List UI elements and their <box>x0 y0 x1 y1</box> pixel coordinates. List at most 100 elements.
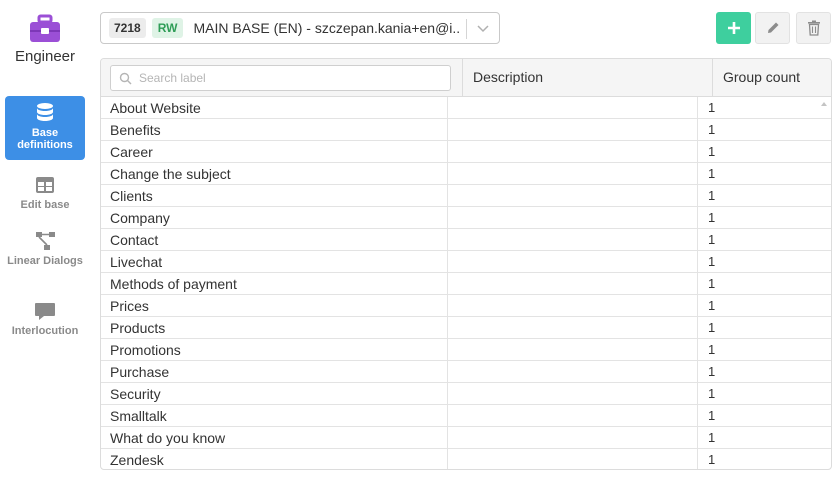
cell-divider <box>447 185 448 207</box>
row-label: Promotions <box>110 342 181 358</box>
sidebar-item-label: Linear Dialogs <box>7 255 83 267</box>
row-group-count: 1 <box>708 320 716 335</box>
table-body: About Website 1 Benefits 1 Career 1 Change the… <box>101 97 831 469</box>
row-group-count: 1 <box>708 188 716 203</box>
plus-icon <box>727 22 740 34</box>
sidebar-item-label: Interlocution <box>11 325 79 337</box>
table-row[interactable]: Benefits 1 <box>101 119 831 141</box>
cell-divider <box>447 405 448 427</box>
table-row[interactable]: Prices 1 <box>101 295 831 317</box>
row-label: Contact <box>110 232 159 248</box>
flow-icon <box>36 232 55 250</box>
cell-divider <box>697 163 698 185</box>
edit-button[interactable] <box>755 12 790 44</box>
header-divider <box>462 59 463 97</box>
database-icon <box>37 103 53 121</box>
row-label: Livechat <box>110 254 163 270</box>
cell-divider <box>447 141 448 163</box>
cell-divider <box>447 97 448 119</box>
table-header: Description Group count <box>101 59 831 97</box>
cell-divider <box>447 229 448 251</box>
row-group-count: 1 <box>708 298 716 313</box>
row-group-count: 1 <box>708 276 716 291</box>
table-row[interactable]: Purchase 1 <box>101 361 831 383</box>
table-row[interactable]: Contact 1 <box>101 229 831 251</box>
row-group-count: 1 <box>708 210 716 225</box>
table-row[interactable]: About Website 1 <box>101 97 831 119</box>
cell-divider <box>697 119 698 141</box>
row-group-count: 1 <box>708 408 716 423</box>
row-label: Security <box>110 386 161 402</box>
select-divider <box>466 19 467 39</box>
table-row[interactable]: Promotions 1 <box>101 339 831 361</box>
table-row[interactable]: Security 1 <box>101 383 831 405</box>
chat-icon <box>35 303 55 320</box>
table-row[interactable]: Smalltalk 1 <box>101 405 831 427</box>
row-group-count: 1 <box>708 364 716 379</box>
row-label: Change the subject <box>110 166 231 182</box>
cell-divider <box>447 119 448 141</box>
cell-divider <box>447 251 448 273</box>
row-group-count: 1 <box>708 166 716 181</box>
table-row[interactable]: Products 1 <box>101 317 831 339</box>
cell-divider <box>697 405 698 427</box>
sidebar-item-edit-base[interactable]: Edit base <box>5 170 85 214</box>
brand: Engineer <box>0 14 90 65</box>
table-row[interactable]: What do you know 1 <box>101 427 831 449</box>
column-header-group-count[interactable]: Group count <box>723 69 800 85</box>
sidebar-item-label: Base definitions <box>17 127 73 151</box>
chevron-down-icon[interactable] <box>475 20 491 36</box>
table-row[interactable]: Clients 1 <box>101 185 831 207</box>
row-label: Zendesk <box>110 452 164 468</box>
table-row[interactable]: Company 1 <box>101 207 831 229</box>
base-id-badge: 7218 <box>109 18 146 38</box>
row-label: Smalltalk <box>110 408 167 424</box>
cell-divider <box>697 185 698 207</box>
row-group-count: 1 <box>708 100 716 115</box>
sidebar-item-linear-dialogs[interactable]: Linear Dialogs <box>5 228 85 284</box>
row-label: What do you know <box>110 430 226 446</box>
cell-divider <box>447 273 448 295</box>
cell-divider <box>697 295 698 317</box>
cell-divider <box>447 317 448 339</box>
row-group-count: 1 <box>708 144 716 159</box>
row-group-count: 1 <box>708 452 716 467</box>
search-icon <box>119 72 132 85</box>
table-row[interactable]: Career 1 <box>101 141 831 163</box>
base-selector[interactable]: 7218 RW MAIN BASE (EN) - szczepan.kania+… <box>100 12 500 44</box>
base-name: MAIN BASE (EN) - szczepan.kania+en@i... <box>193 20 462 36</box>
cell-divider <box>447 207 448 229</box>
row-label: Company <box>110 210 170 226</box>
cell-divider <box>697 427 698 449</box>
cell-divider <box>447 163 448 185</box>
cell-divider <box>447 339 448 361</box>
row-label: Prices <box>110 298 149 314</box>
delete-button[interactable] <box>796 12 831 44</box>
cell-divider <box>447 449 448 469</box>
sidebar-item-label: Edit base <box>20 199 70 211</box>
table-row[interactable]: Methods of payment 1 <box>101 273 831 295</box>
cell-divider <box>447 427 448 449</box>
search-input[interactable] <box>139 69 439 87</box>
table-row[interactable]: Livechat 1 <box>101 251 831 273</box>
cell-divider <box>697 449 698 469</box>
row-label: Purchase <box>110 364 170 380</box>
cell-divider <box>697 339 698 361</box>
cell-divider <box>697 229 698 251</box>
table-row[interactable]: Change the subject 1 <box>101 163 831 185</box>
column-header-description[interactable]: Description <box>473 69 543 85</box>
cell-divider <box>697 383 698 405</box>
sidebar-item-interlocution[interactable]: Interlocution <box>5 298 85 342</box>
sidebar-item-base-definitions[interactable]: Base definitions <box>5 96 85 160</box>
search-box[interactable] <box>110 65 451 91</box>
cell-divider <box>697 141 698 163</box>
table-icon <box>36 177 54 193</box>
access-mode-badge: RW <box>151 18 184 38</box>
table-row[interactable]: Zendesk 1 <box>101 449 831 469</box>
row-group-count: 1 <box>708 254 716 269</box>
cell-divider <box>447 295 448 317</box>
row-group-count: 1 <box>708 342 716 357</box>
trash-icon <box>807 20 820 36</box>
add-button[interactable] <box>716 12 751 44</box>
scroll-up-icon[interactable] <box>820 100 828 108</box>
